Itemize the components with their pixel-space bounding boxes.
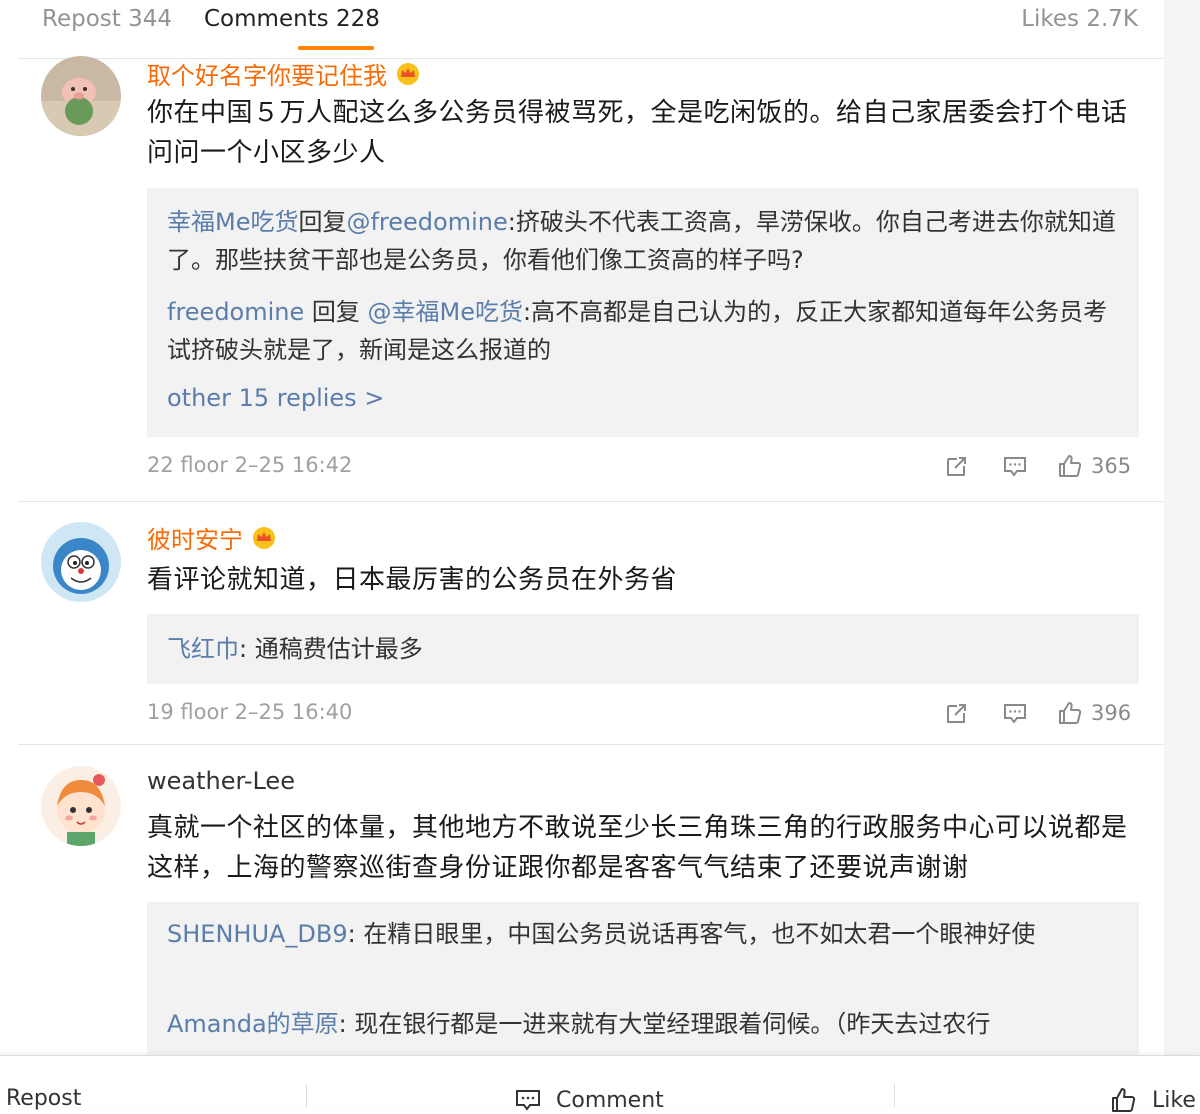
comment-icon: [516, 1090, 540, 1111]
like-label: Like: [1152, 1087, 1196, 1113]
floor-timestamp: 22 floor 2–25 16:42: [147, 453, 353, 477]
avatar[interactable]: [41, 56, 121, 136]
thumbs-up-icon: [1059, 455, 1082, 477]
comment-meta: 19 floor 2–25 16:40 396: [147, 700, 1139, 730]
girl-avatar-icon: [41, 766, 121, 846]
repost-comment-button[interactable]: [944, 700, 970, 726]
active-tab-indicator: [298, 46, 374, 50]
reply-mention[interactable]: @幸福Me吃货: [368, 298, 523, 326]
left-gutter: [0, 0, 18, 1106]
like-comment-button[interactable]: 396: [1057, 700, 1131, 726]
floor-timestamp: 19 floor 2–25 16:40: [147, 700, 353, 724]
reply-box[interactable]: SHENHUA_DB9: 在精日眼里，中国公务员说话再客气，也不如太君一个眼神好…: [147, 902, 1139, 1072]
tab-comments[interactable]: Comments 228: [204, 6, 380, 32]
avatar[interactable]: [41, 766, 121, 846]
reply-author[interactable]: 幸福Me吃货: [167, 208, 298, 236]
reply-text: : 在精日眼里，中国公务员说话再客气，也不如太君一个眼神好使: [347, 920, 1036, 948]
author-name: weather-Lee: [147, 767, 295, 795]
weibo-comments-page: Repost 344 Comments 228 Likes 2.7K 取个好名字…: [0, 0, 1200, 1113]
thumbs-up-icon: [1112, 1088, 1136, 1112]
author-name: 取个好名字你要记住我: [147, 62, 387, 90]
reply-comment-button[interactable]: [1002, 453, 1028, 479]
comment-item: weather-Lee 真就一个社区的体量，其他地方不敢说至少长三角珠三角的行政…: [18, 745, 1164, 1072]
comment-text: 看评论就知道，日本最厉害的公务员在外务省: [147, 565, 678, 595]
reply-mention[interactable]: @freedomine: [346, 208, 507, 236]
like-count: 396: [1091, 701, 1132, 725]
comment-text: 你在中国５万人配这么多公务员得被骂死，全是吃闲饭的。给自己家居委会打个电话问问一…: [147, 98, 1128, 168]
comment-button[interactable]: Comment: [514, 1086, 664, 1114]
reply-text: : 现在银行都是一进来就有大堂经理跟着伺候。（昨天去过农行: [338, 1010, 991, 1038]
reply-text: : 通稿费估计最多: [239, 635, 423, 663]
reply-item: Amanda的草原: 现在银行都是一进来就有大堂经理跟着伺候。（昨天去过农行: [167, 1005, 1117, 1043]
reply-item: 飞红巾: 通稿费估计最多: [167, 630, 1117, 668]
author-name: 彼时安宁: [147, 526, 243, 554]
comment-text: 真就一个社区的体量，其他地方不敢说至少长三角珠三角的行政服务中心可以说都是这样，…: [147, 813, 1128, 883]
like-count: 365: [1091, 454, 1132, 478]
more-replies-link[interactable]: other 15 replies >: [167, 384, 384, 412]
tab-bar: Repost 344 Comments 228 Likes 2.7K: [18, 0, 1164, 59]
comment-item: 取个好名字你要记住我 你在中国５万人配这么多公务员得被骂死，全是吃闲饭的。给自己…: [18, 56, 1164, 502]
comment-author[interactable]: weather-Lee: [147, 767, 295, 795]
cartoon-avatar-icon: [41, 522, 121, 602]
like-comment-button[interactable]: 365: [1057, 453, 1131, 479]
divider: [894, 1084, 895, 1107]
vip-crown-icon: [397, 62, 419, 85]
tab-likes[interactable]: Likes 2.7K: [1021, 6, 1138, 32]
reply-verb: 回复: [304, 298, 368, 326]
comment-icon: [1004, 457, 1026, 477]
reply-comment-button[interactable]: [1002, 700, 1028, 726]
comment-author[interactable]: 彼时安宁: [147, 520, 277, 555]
comment-meta: 22 floor 2–25 16:42 365: [147, 453, 1139, 483]
right-gutter: [1164, 0, 1200, 1106]
repost-comment-button[interactable]: [944, 453, 970, 479]
share-icon: [947, 457, 966, 476]
divider: [306, 1084, 307, 1107]
reply-item: SHENHUA_DB9: 在精日眼里，中国公务员说话再客气，也不如太君一个眼神好…: [167, 915, 1117, 953]
vip-crown-icon: [253, 526, 275, 549]
reply-author[interactable]: freedomine: [167, 298, 304, 326]
reply-author[interactable]: SHENHUA_DB9: [167, 920, 348, 948]
reply-box[interactable]: 飞红巾: 通稿费估计最多: [147, 614, 1139, 684]
comment-item: 彼时安宁 看评论就知道，日本最厉害的公务员在外务省 飞红巾: 通稿费估计最多 1…: [18, 502, 1164, 745]
comment-icon: [1004, 704, 1026, 724]
share-icon: [947, 704, 966, 723]
tab-repost[interactable]: Repost 344: [42, 6, 172, 32]
repost-button[interactable]: Repost: [6, 1086, 81, 1111]
reply-author[interactable]: 飞红巾: [167, 635, 239, 663]
comment-author[interactable]: 取个好名字你要记住我: [147, 56, 421, 91]
avatar[interactable]: [41, 522, 121, 602]
reply-verb: 回复: [298, 208, 347, 236]
like-button[interactable]: Like: [1110, 1086, 1196, 1114]
thumbs-up-icon: [1059, 702, 1082, 724]
reply-author[interactable]: Amanda的草原: [167, 1010, 339, 1038]
comment-label: Comment: [556, 1087, 664, 1113]
reply-item: 幸福Me吃货回复@freedomine:挤破头不代表工资高，旱涝保收。你自己考进…: [167, 203, 1117, 279]
bottom-action-bar: Repost Comment Like: [0, 1055, 1200, 1113]
repost-label: Repost: [6, 1086, 82, 1111]
reply-item: freedomine 回复 @幸福Me吃货:高不高都是自己认为的，反正大家都知道…: [167, 293, 1117, 369]
reply-box[interactable]: 幸福Me吃货回复@freedomine:挤破头不代表工资高，旱涝保收。你自己考进…: [147, 188, 1139, 437]
pig-avatar-icon: [41, 56, 121, 136]
